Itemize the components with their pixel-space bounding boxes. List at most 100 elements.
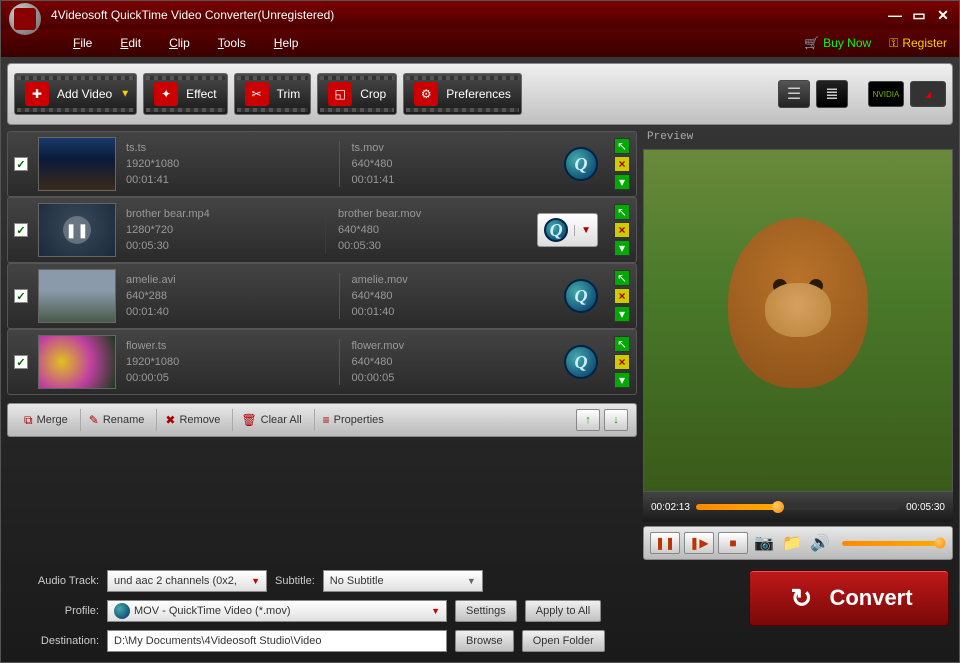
output-filename: flower.mov xyxy=(352,339,555,353)
output-filename: ts.mov xyxy=(352,141,555,155)
audio-track-label: Audio Track: xyxy=(11,575,99,587)
file-checkbox[interactable]: ✓ xyxy=(14,355,28,369)
convert-button[interactable]: ↻ Convert xyxy=(749,570,949,626)
file-thumbnail: ❚❚ xyxy=(38,203,116,257)
amd-badge: ◢ xyxy=(910,81,946,107)
rename-button[interactable]: ✎Rename xyxy=(80,409,153,431)
output-duration: 00:05:30 xyxy=(338,239,527,253)
player-controls: ❚❚ ❚▶ ■ 📷 📁 🔊 xyxy=(643,526,953,560)
row-remove-button[interactable]: × xyxy=(614,288,630,304)
format-dropdown[interactable]: ▼ xyxy=(537,213,598,247)
row-edit-button[interactable]: ↖ xyxy=(614,204,630,220)
file-row[interactable]: ✓❚❚brother bear.mp41280*72000:05:30broth… xyxy=(7,197,637,263)
convert-icon: ↻ xyxy=(785,582,817,614)
view-list-button[interactable]: ☰ xyxy=(778,80,810,108)
file-checkbox[interactable]: ✓ xyxy=(14,289,28,303)
crop-button[interactable]: ◱ Crop xyxy=(317,73,397,115)
crop-label: Crop xyxy=(360,87,386,101)
menu-bar: File Edit Clip Tools Help 🛒Buy Now ⚿Regi… xyxy=(1,29,959,57)
title-bar: 4Videosoft QuickTime Video Converter(Unr… xyxy=(1,1,959,29)
add-video-button[interactable]: ✚ Add Video ▼ xyxy=(14,73,137,115)
menu-file[interactable]: File xyxy=(73,36,92,50)
close-window-button[interactable]: ✕ xyxy=(935,8,951,22)
source-duration: 00:01:40 xyxy=(126,305,329,319)
preferences-button[interactable]: ⚙ Preferences xyxy=(403,73,522,115)
file-row[interactable]: ✓ts.ts1920*108000:01:41ts.mov640*48000:0… xyxy=(7,131,637,197)
row-remove-button[interactable]: × xyxy=(614,222,630,238)
row-edit-button[interactable]: ↖ xyxy=(614,138,630,154)
row-expand-button[interactable]: ▾ xyxy=(614,240,630,256)
browse-button[interactable]: Browse xyxy=(455,630,514,652)
profile-select[interactable]: MOV - QuickTime Video (*.mov)▼ xyxy=(107,600,447,622)
buy-now-link[interactable]: 🛒Buy Now xyxy=(804,36,871,50)
row-edit-button[interactable]: ↖ xyxy=(614,270,630,286)
menu-help[interactable]: Help xyxy=(274,36,299,50)
file-checkbox[interactable]: ✓ xyxy=(14,223,28,237)
volume-icon[interactable]: 🔊 xyxy=(808,532,832,554)
file-row[interactable]: ✓amelie.avi640*28800:01:40amelie.mov640*… xyxy=(7,263,637,329)
subtitle-select[interactable]: No Subtitle▼ xyxy=(323,570,483,592)
stop-button[interactable]: ■ xyxy=(718,532,748,554)
preview-pane: Preview 00:02:13 00:05:30 ❚❚ ❚▶ ■ 📷 xyxy=(643,131,953,560)
snapshot-folder-button[interactable]: 📁 xyxy=(780,532,804,554)
clear-icon: 🗑 xyxy=(241,413,256,427)
volume-thumb[interactable] xyxy=(935,538,946,549)
row-expand-button[interactable]: ▾ xyxy=(614,306,630,322)
file-row[interactable]: ✓flower.ts1920*108000:00:05flower.mov640… xyxy=(7,329,637,395)
snapshot-button[interactable]: 📷 xyxy=(752,532,776,554)
gear-icon: ⚙ xyxy=(414,82,438,106)
move-down-button[interactable]: ↓ xyxy=(604,409,628,431)
source-duration: 00:00:05 xyxy=(126,371,329,385)
seek-track[interactable] xyxy=(696,504,900,510)
row-edit-button[interactable]: ↖ xyxy=(614,336,630,352)
apply-to-all-button[interactable]: Apply to All xyxy=(525,600,601,622)
open-folder-button[interactable]: Open Folder xyxy=(522,630,605,652)
source-info: flower.ts1920*108000:00:05 xyxy=(126,339,329,386)
settings-button[interactable]: Settings xyxy=(455,600,517,622)
row-expand-button[interactable]: ▾ xyxy=(614,372,630,388)
row-actions: ↖ × ▾ xyxy=(614,270,630,322)
seek-thumb[interactable] xyxy=(772,501,784,513)
step-button[interactable]: ❚▶ xyxy=(684,532,714,554)
properties-icon: ≡ xyxy=(323,413,330,427)
file-checkbox[interactable]: ✓ xyxy=(14,157,28,171)
quicktime-icon xyxy=(114,603,130,619)
output-resolution: 640*480 xyxy=(352,157,555,171)
row-actions: ↖ × ▾ xyxy=(614,204,630,256)
trim-button[interactable]: ✂ Trim xyxy=(234,73,312,115)
source-info: ts.ts1920*108000:01:41 xyxy=(126,141,329,188)
total-time: 00:05:30 xyxy=(906,502,945,513)
file-thumbnail xyxy=(38,137,116,191)
move-up-button[interactable]: ↑ xyxy=(576,409,600,431)
volume-slider[interactable] xyxy=(842,541,940,546)
source-duration: 00:05:30 xyxy=(126,239,315,253)
menu-edit[interactable]: Edit xyxy=(120,36,141,50)
destination-input[interactable]: D:\My Documents\4Videosoft Studio\Video xyxy=(107,630,447,652)
remove-icon: ✖ xyxy=(165,413,175,427)
preview-video[interactable] xyxy=(643,149,953,492)
effect-button[interactable]: ✦ Effect xyxy=(143,73,227,115)
clear-all-button[interactable]: 🗑Clear All xyxy=(232,409,309,431)
row-remove-button[interactable]: × xyxy=(614,354,630,370)
key-icon: ⚿ xyxy=(889,36,898,51)
register-link[interactable]: ⚿Register xyxy=(889,36,947,51)
row-remove-button[interactable]: × xyxy=(614,156,630,172)
menu-tools[interactable]: Tools xyxy=(218,36,246,50)
minimize-button[interactable]: — xyxy=(887,8,903,22)
maximize-button[interactable]: ▭ xyxy=(911,8,927,22)
properties-button[interactable]: ≡Properties xyxy=(314,409,392,431)
source-resolution: 640*288 xyxy=(126,289,329,303)
remove-button[interactable]: ✖Remove xyxy=(156,409,228,431)
merge-button[interactable]: ⧉Merge xyxy=(16,409,76,431)
audio-track-select[interactable]: und aac 2 channels (0x2,▼ xyxy=(107,570,267,592)
app-logo-icon xyxy=(9,3,41,35)
destination-label: Destination: xyxy=(11,635,99,647)
menu-clip[interactable]: Clip xyxy=(169,36,190,50)
pause-overlay-icon: ❚❚ xyxy=(63,216,91,244)
pause-button[interactable]: ❚❚ xyxy=(650,532,680,554)
app-window: 4Videosoft QuickTime Video Converter(Unr… xyxy=(0,0,960,663)
row-expand-button[interactable]: ▾ xyxy=(614,174,630,190)
source-filename: amelie.avi xyxy=(126,273,329,287)
view-detail-button[interactable]: ≣ xyxy=(816,80,848,108)
file-action-bar: ⧉Merge ✎Rename ✖Remove 🗑Clear All ≡Prope… xyxy=(7,403,637,437)
